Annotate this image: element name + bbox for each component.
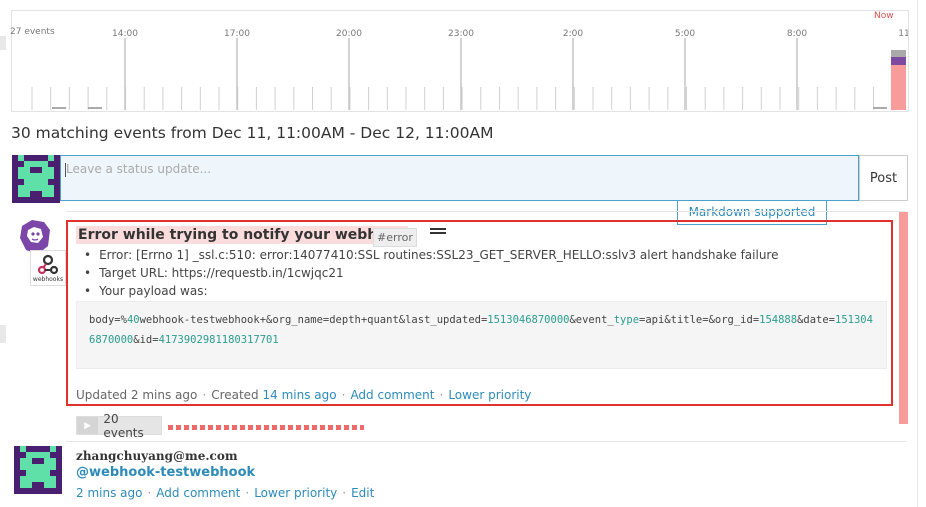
show-events-button[interactable]: ▶ 20 events — [76, 412, 162, 440]
timeline-now-label: Now — [874, 11, 894, 21]
comment-add-comment-link[interactable]: Add comment — [156, 486, 240, 500]
results-heading: 30 matching events from Dec 11, 11:00AM … — [11, 124, 494, 142]
comment-author: zhangchuyang@me.com — [76, 449, 238, 463]
timeline-event-mark — [52, 107, 66, 109]
user-avatar — [12, 155, 60, 203]
event-title[interactable]: Error while trying to notify your webhoo… — [76, 226, 408, 244]
avatar-invader-icon — [12, 155, 60, 203]
timeline-bar-error — [891, 65, 906, 110]
webhooks-source-icon: webhooks — [30, 250, 66, 286]
timeline-time-label: 23:00 — [448, 29, 474, 39]
comment-time-link[interactable]: 2 mins ago — [76, 486, 142, 500]
payload-number: 4173902981180317701 — [158, 334, 279, 346]
side-edge — [0, 325, 6, 343]
error-priority-bar — [899, 212, 908, 424]
timeline-time-label: 8:00 — [787, 29, 807, 39]
event-created-label: Created — [211, 388, 259, 402]
timeline-event-mark — [873, 107, 887, 109]
event-tag[interactable]: #error — [373, 228, 417, 247]
add-comment-link[interactable]: Add comment — [350, 388, 434, 402]
timeline-time-label: 2:00 — [563, 29, 583, 39]
timeline-bar-warning — [891, 57, 906, 65]
webhooks-source-label: webhooks — [32, 276, 64, 283]
divider — [66, 211, 906, 212]
comment-edit-link[interactable]: Edit — [351, 486, 374, 500]
lower-priority-link[interactable]: Lower priority — [448, 388, 531, 402]
event-updated: Updated 2 mins ago — [76, 388, 198, 402]
timeline-bar-info — [891, 50, 906, 57]
payload-keyword: type — [613, 314, 640, 326]
event-timeline-chart[interactable]: 14:00 17:00 20:00 23:00 2:00 5:00 8:00 11 — [11, 10, 909, 112]
event-created-time-link[interactable]: 14 mins ago — [263, 388, 337, 402]
post-button[interactable]: Post — [859, 155, 908, 201]
comment-avatar — [14, 446, 62, 494]
event-bullet-payload: Your payload was: — [84, 284, 207, 298]
annotation-dash — [168, 425, 364, 430]
payload-text: &id= — [133, 334, 159, 346]
timeline-time-label: 17:00 — [224, 29, 250, 39]
timeline-time-label: 14:00 — [112, 29, 138, 39]
payload-code-block: body=%40webhook-testwebhook+&org_name=de… — [76, 301, 887, 369]
timeline-event-count: 27 events — [10, 27, 55, 37]
divider — [66, 441, 906, 442]
payload-text: webhook-testwebhook+&org_name=depth+quan… — [139, 314, 488, 326]
timeline-time-label: 5:00 — [675, 29, 695, 39]
comment-meta: 2 mins ago · Add comment · Lower priority · Ed… — [76, 486, 375, 500]
side-edge — [0, 36, 6, 50]
comment-lower-priority-link[interactable]: Lower priority — [254, 486, 337, 500]
payload-number: 40 — [126, 314, 140, 326]
payload-number: 1513046870000 — [487, 314, 570, 326]
payload-text: body=% — [89, 314, 127, 326]
payload-text: &date= — [797, 314, 836, 326]
events-count-label: 20 events — [103, 411, 144, 440]
comment-mention-link[interactable]: @webhook-testwebhook — [76, 465, 255, 480]
timeline-time-label: 20:00 — [336, 29, 362, 39]
timeline-event-mark — [88, 107, 102, 109]
timeline-svg: 14:00 17:00 20:00 23:00 2:00 5:00 8:00 11 — [31, 29, 908, 110]
event-bullet-target-url: Target URL: https://requestb.in/1cwjqc21 — [84, 266, 344, 280]
payload-text: &event_ — [569, 314, 614, 326]
payload-text: =api&title=&org_id= — [639, 314, 760, 326]
event-bullet-error: Error: [Errno 1] _ssl.c:510: error:14077… — [84, 248, 778, 262]
status-update-input[interactable]: Leave a status update... — [60, 155, 859, 201]
avatar-invader-icon — [14, 446, 62, 494]
timeline-time-label: 11 — [898, 29, 908, 39]
play-icon: ▶ — [77, 417, 99, 434]
annotation-mark — [430, 228, 446, 234]
payload-number: 154888 — [759, 314, 798, 326]
event-meta: Updated 2 mins ago · Created 14 mins ago · A… — [76, 388, 532, 402]
panel-border — [917, 0, 918, 507]
webhook-icon — [37, 254, 59, 275]
